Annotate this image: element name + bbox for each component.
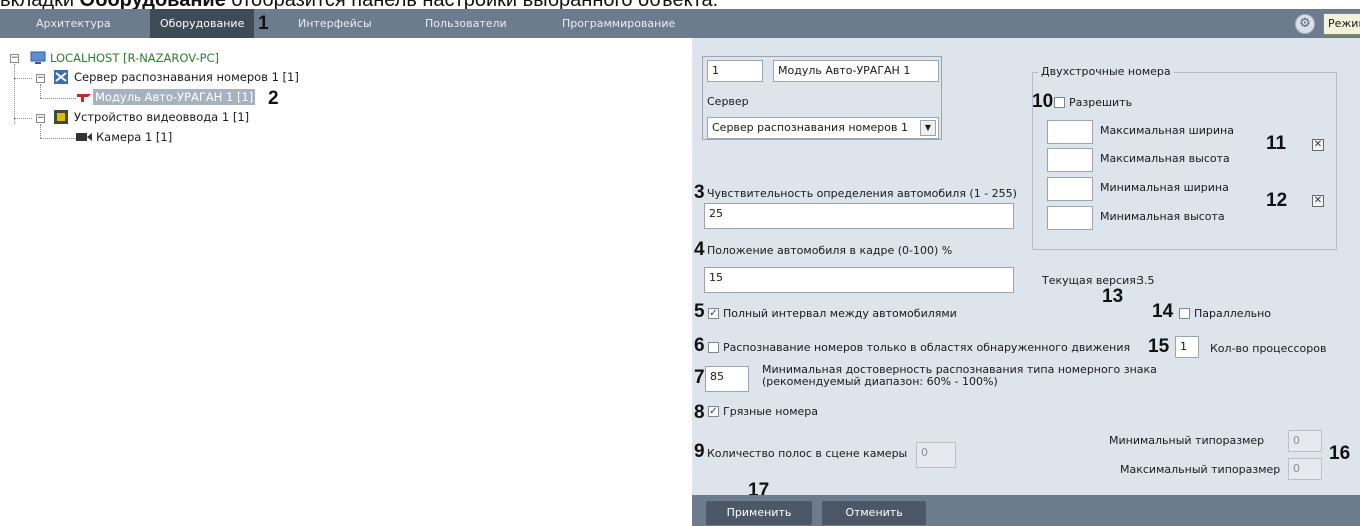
caption-suffix: отобразится панель настройки выбранного … (231, 0, 718, 9)
confidence-label-line2: (рекомендуемый диапазон: 60% - 100%) (762, 375, 998, 388)
confidence-input[interactable]: 85 (705, 366, 749, 392)
full-interval-label: Полный интервал между автомобилями (723, 307, 957, 320)
parallel-label: Параллельно (1194, 307, 1271, 320)
parallel-checkbox[interactable] (1179, 308, 1190, 319)
processors-input[interactable]: 1 (1175, 336, 1199, 358)
tree-node-camera[interactable]: Камера 1 [1] (96, 129, 172, 145)
mode-button[interactable]: Режим (1323, 13, 1360, 35)
module-settings-panel: 1 Модуль Авто-УРАГАН 1 Сервер Сервер рас… (692, 38, 1360, 526)
computer-icon (30, 51, 46, 64)
version-label: Текущая версия: (1042, 274, 1140, 287)
tab-architecture[interactable]: Архитектура (36, 9, 111, 38)
callout-15: 15 (1148, 336, 1170, 357)
min-height-label: Минимальная высота (1100, 210, 1225, 223)
max-size-close-icon[interactable]: ✕ (1312, 139, 1324, 151)
allow-two-line-label: Разрешить (1069, 96, 1133, 109)
callout-7: 7 (694, 367, 705, 388)
motion-only-checkbox[interactable] (708, 342, 719, 353)
min-width-label: Минимальная ширина (1100, 181, 1229, 194)
callout-8: 8 (694, 402, 705, 423)
callout-4: 4 (694, 239, 705, 260)
caption-bold: Оборудование (80, 0, 226, 9)
callout-1: 1 (258, 13, 269, 34)
min-size-close-icon[interactable]: ✕ (1312, 195, 1324, 207)
object-name-field[interactable]: Модуль Авто-УРАГАН 1 (773, 60, 939, 82)
processors-label: Кол-во процессоров (1210, 342, 1327, 355)
max-height-input[interactable] (1047, 148, 1093, 172)
lanes-label: Количество полос в сцене камеры (707, 447, 908, 460)
callout-12: 12 (1266, 190, 1288, 211)
caption-prefix: вкладки (0, 0, 74, 9)
callout-14: 14 (1152, 301, 1174, 322)
camera-icon (76, 133, 92, 141)
server-label: Сервер (707, 95, 749, 108)
cancel-button[interactable]: Отменить (822, 501, 926, 525)
max-height-label: Максимальная высота (1100, 152, 1230, 165)
max-size-label: Максимальный типоразмер (1120, 463, 1281, 476)
object-id-field[interactable]: 1 (707, 60, 763, 82)
module-icon (77, 94, 91, 102)
settings-icon[interactable]: ⚙ (1295, 14, 1315, 34)
callout-13: 13 (1102, 286, 1124, 307)
object-identity-box: 1 Модуль Авто-УРАГАН 1 Сервер Сервер рас… (702, 56, 942, 140)
callout-2: 2 (268, 88, 279, 109)
callout-11: 11 (1266, 133, 1287, 154)
callout-6: 6 (694, 335, 705, 356)
bottom-action-bar: Применить Отменить (692, 495, 1360, 526)
video-device-icon (54, 110, 68, 124)
page-caption: вкладки Оборудование отобразится панель … (0, 0, 1360, 9)
server-expander[interactable]: − (36, 74, 45, 83)
tab-interfaces[interactable]: Интерфейсы (298, 9, 372, 38)
tree-node-localhost[interactable]: LOCALHOST [R-NAZAROV-PC] (50, 50, 219, 66)
position-input[interactable]: 15 (704, 267, 1014, 293)
version-value: 3.5 (1137, 274, 1155, 287)
callout-9: 9 (694, 441, 705, 462)
allow-two-line-checkbox[interactable] (1054, 97, 1065, 108)
tab-users[interactable]: Пользователи (425, 9, 507, 38)
tree-node-auto-uragan-module[interactable]: Модуль Авто-УРАГАН 1 [1] (93, 89, 256, 105)
root-expander[interactable]: − (10, 54, 19, 63)
max-width-input[interactable] (1047, 120, 1093, 144)
server-select-value: Сервер распознавания номеров 1 (712, 121, 908, 134)
dirty-plates-checkbox[interactable]: ✓ (708, 406, 719, 417)
sensitivity-label: Чувствительность определения автомобиля … (707, 187, 1017, 200)
callout-10: 10 (1032, 91, 1054, 112)
min-width-input[interactable] (1047, 177, 1093, 201)
callout-5: 5 (694, 301, 705, 322)
min-height-input[interactable] (1047, 206, 1093, 230)
full-interval-checkbox[interactable]: ✓ (708, 308, 719, 319)
max-size-input[interactable]: 0 (1288, 458, 1322, 480)
chevron-down-icon[interactable]: ▼ (920, 120, 936, 136)
tree-node-recognition-server[interactable]: Сервер распознавания номеров 1 [1] (74, 69, 299, 85)
max-width-label: Максимальная ширина (1100, 124, 1234, 137)
apply-button[interactable]: Применить (706, 501, 812, 525)
position-label: Положение автомобиля в кадре (0-100) % (707, 244, 953, 257)
server-select[interactable]: Сервер распознавания номеров 1 ▼ (707, 117, 939, 139)
two-line-plates-title: Двухстрочные номера (1038, 65, 1174, 79)
tab-programming[interactable]: Программирование (562, 9, 675, 38)
lanes-input[interactable]: 0 (916, 442, 956, 468)
dirty-plates-label: Грязные номера (723, 405, 819, 418)
callout-3: 3 (694, 182, 705, 203)
device-expander[interactable]: − (36, 114, 45, 123)
min-size-label: Минимальный типоразмер (1109, 434, 1265, 447)
sensitivity-input[interactable]: 25 (704, 203, 1014, 229)
tree-node-video-input-device[interactable]: Устройство видеоввода 1 [1] (74, 109, 249, 125)
min-size-input[interactable]: 0 (1288, 430, 1322, 452)
motion-only-label: Распознавание номеров только в областях … (723, 341, 1131, 354)
server-icon (54, 70, 68, 84)
callout-16: 16 (1329, 443, 1351, 464)
tab-equipment[interactable]: Оборудование (150, 9, 255, 38)
top-tab-bar: Архитектура Оборудование Интерфейсы Поль… (0, 9, 1360, 38)
